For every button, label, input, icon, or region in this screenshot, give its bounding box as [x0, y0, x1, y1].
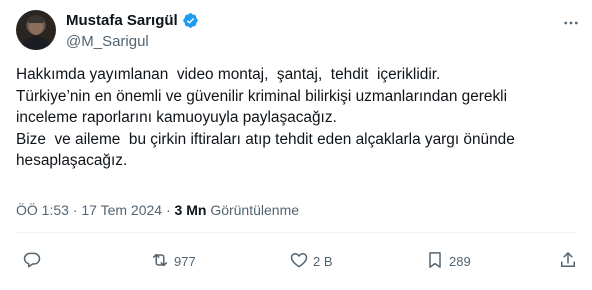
share-icon	[558, 250, 578, 273]
retweet-icon	[150, 250, 170, 273]
tweet-text-line: Türkiye’nin en önemli ve güvenilir krimi…	[16, 87, 507, 105]
meta-separator: ·	[165, 202, 171, 218]
tweet-text-line: inceleme raporlarını kamuoyuyla paylaşac…	[16, 109, 337, 126]
views-count: 3 Mn	[174, 202, 207, 218]
action-bar: 977 2 B 289	[0, 250, 592, 272]
verified-badge-icon[interactable]	[182, 12, 199, 29]
retweet-count: 977	[174, 254, 196, 269]
author-display-name[interactable]: Mustafa Sarıgül	[66, 12, 178, 29]
meta-separator: ·	[72, 202, 78, 218]
bookmark-icon	[425, 250, 445, 273]
tweet-meta: ÖÖ 1:53 · 17 Tem 2024 · 3 Mn Görüntülenm…	[16, 202, 299, 218]
views-label: Görüntülenme	[210, 202, 300, 218]
like-icon	[289, 250, 309, 273]
avatar[interactable]	[16, 10, 56, 50]
reply-icon	[22, 250, 42, 273]
avatar-shoulders	[20, 36, 52, 50]
tweet-date[interactable]: 17 Tem 2024	[81, 202, 162, 218]
like-count: 2 B	[313, 254, 333, 269]
tweet-text-line: Hakkımda yayımlanan video montaj, şantaj…	[16, 66, 441, 83]
divider	[16, 232, 576, 233]
share-button[interactable]	[558, 250, 578, 273]
bookmark-count: 289	[449, 254, 471, 269]
tweet-time[interactable]: ÖÖ 1:53	[16, 202, 69, 218]
avatar-hair	[28, 16, 44, 23]
more-icon[interactable]	[560, 14, 582, 32]
like-button[interactable]: 2 B	[289, 250, 333, 273]
tweet: Mustafa Sarıgül @M_Sarigul Hakkımda yayı…	[0, 0, 592, 290]
tweet-text-line: hesaplaşacağız.	[16, 152, 128, 169]
retweet-button[interactable]: 977	[150, 250, 196, 273]
reply-button[interactable]	[22, 250, 46, 273]
bookmark-button[interactable]: 289	[425, 250, 471, 273]
tweet-text-line: Bize ve aileme bu çirkin iftiraları atıp…	[16, 130, 515, 148]
author-handle[interactable]: @M_Sarigul	[66, 33, 149, 50]
author-name-row: Mustafa Sarıgül	[66, 12, 199, 29]
tweet-text: Hakkımda yayımlanan video montaj, şantaj…	[16, 64, 586, 172]
